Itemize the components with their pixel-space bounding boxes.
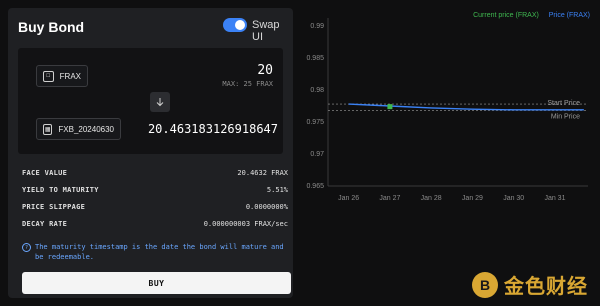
to-token-label: FXB_20240630 (58, 124, 114, 134)
stat-label: YIELD TO MATURITY (22, 186, 99, 194)
chart-svg: 0.99 0.985 0.98 0.975 0.97 0.965 Jan 26 Jan 27 J… (306, 18, 588, 202)
reference-line-label: Start Price (547, 100, 580, 107)
panel-title: Buy Bond (18, 19, 85, 35)
y-tick-label: 0.985 (306, 55, 324, 62)
arrow-down-icon (156, 98, 164, 107)
stat-label: FACE VALUE (22, 169, 68, 177)
buy-bond-panel: Buy Bond Swap UI □ FRAX 20 MAX: 25 FRAX … (8, 8, 293, 298)
y-tick-label: 0.97 (310, 151, 324, 158)
legend-price: Price (FRAX) (548, 12, 590, 19)
stat-row: FACE VALUE 20.4632 FRAX (22, 169, 288, 186)
swap-box: □ FRAX 20 MAX: 25 FRAX ▦ FXB_20240630 20… (18, 48, 283, 154)
x-tick-label: Jan 27 (379, 195, 400, 202)
x-tick-label: Jan 29 (462, 195, 483, 202)
to-token-selector[interactable]: ▦ FXB_20240630 (36, 118, 121, 140)
stat-label: PRICE SLIPPAGE (22, 203, 86, 211)
info-icon: ? (22, 243, 31, 252)
stat-row: DECAY RATE 0.000000003 FRAX/sec (22, 220, 288, 237)
legend-current-price: Current price (FRAX) (473, 12, 539, 19)
swap-ui-label: Swap UI (252, 19, 280, 43)
buy-button[interactable]: BUY (22, 272, 291, 294)
bond-stats: FACE VALUE 20.4632 FRAX YIELD TO MATURIT… (22, 169, 288, 237)
x-tick-label: Jan 26 (338, 195, 359, 202)
current-price-marker (387, 104, 393, 110)
x-tick-label: Jan 30 (503, 195, 524, 202)
stat-value: 0.000000003 FRAX/sec (203, 220, 288, 228)
from-token-label: FRAX (59, 71, 81, 81)
watermark: B 金色财经 (472, 270, 588, 299)
stat-row: PRICE SLIPPAGE 0.0000000% (22, 203, 288, 220)
stat-row: YIELD TO MATURITY 5.51% (22, 186, 288, 203)
to-amount-output: 20.463183126918647 (147, 122, 278, 136)
swap-direction-button[interactable] (150, 92, 170, 112)
y-tick-label: 0.98 (310, 87, 324, 94)
frax-token-icon: □ (43, 70, 54, 82)
maturity-info: ? The maturity timestamp is the date the… (22, 242, 284, 262)
stat-value: 20.4632 FRAX (237, 169, 288, 177)
from-token-selector[interactable]: □ FRAX (36, 65, 88, 87)
chart-legend: Current price (FRAX) Price (FRAX) (473, 12, 590, 19)
reference-line-label: Min Price (551, 113, 580, 120)
swap-ui-toggle[interactable] (223, 18, 247, 32)
jinse-logo-icon: B (472, 271, 498, 298)
stat-value: 5.51% (266, 186, 288, 194)
maturity-info-text: The maturity timestamp is the date the b… (35, 243, 284, 261)
price-chart: Current price (FRAX) Price (FRAX) 0.99 0.… (300, 8, 590, 208)
x-tick-label: Jan 28 (421, 195, 442, 202)
watermark-text: 金色财经 (504, 276, 588, 298)
y-tick-label: 0.975 (306, 119, 324, 126)
y-tick-label: 0.99 (310, 23, 324, 30)
stat-label: DECAY RATE (22, 220, 68, 228)
max-balance-label[interactable]: MAX: 25 FRAX (222, 80, 273, 88)
stat-value: 0.0000000% (245, 203, 288, 211)
y-tick-label: 0.965 (306, 183, 324, 190)
x-tick-label: Jan 31 (544, 195, 565, 202)
bond-token-icon: ▦ (43, 123, 53, 135)
from-amount-input[interactable]: 20 (257, 63, 273, 78)
